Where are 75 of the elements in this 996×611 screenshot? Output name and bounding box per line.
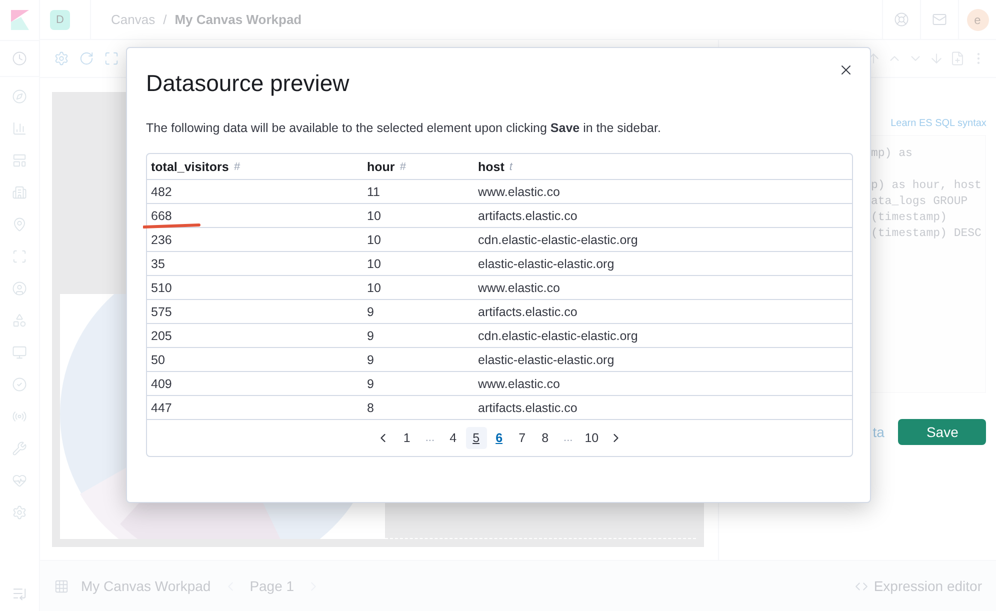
pagination-ellipsis: ... bbox=[562, 432, 574, 444]
wrench-icon[interactable] bbox=[12, 441, 27, 456]
save-button[interactable]: Save bbox=[898, 419, 986, 445]
table-cell: 668 bbox=[147, 208, 363, 222]
breadcrumb-separator: / bbox=[163, 12, 167, 27]
dialog-description: The following data will be available to the selected element upon clicking Save in the sidebar. bbox=[146, 121, 662, 135]
table-cell-text: elastic-elastic-elastic.org bbox=[477, 256, 616, 270]
mail-icon[interactable] bbox=[932, 12, 947, 27]
heart-pulse-icon[interactable] bbox=[12, 473, 27, 488]
breadcrumb: My Canvas Workpad bbox=[174, 12, 302, 27]
page-button[interactable]: 1 bbox=[396, 427, 418, 449]
monitor-icon[interactable] bbox=[12, 345, 27, 360]
table-cell-text: elastic-elastic-elastic.org bbox=[477, 352, 616, 366]
table-cell-text: 35 bbox=[150, 256, 166, 270]
table-cell-text: 9 bbox=[366, 328, 375, 342]
table-cell-text: 9 bbox=[366, 352, 375, 366]
column-header: hour bbox=[367, 160, 395, 174]
grid-icon[interactable] bbox=[54, 578, 69, 594]
table-cell-text: artifacts.elastic.co bbox=[477, 304, 578, 318]
map-pin-icon[interactable] bbox=[12, 217, 27, 232]
table-cell-text: 50 bbox=[150, 352, 166, 366]
table-cell-text: 10 bbox=[366, 280, 382, 294]
user-circle-icon[interactable] bbox=[12, 281, 27, 296]
page-button[interactable]: 10 bbox=[580, 427, 603, 449]
logo-icon[interactable] bbox=[10, 10, 28, 30]
page-button[interactable]: 7 bbox=[512, 427, 533, 449]
table-cell-text: cdn.elastic-elastic-elastic.org bbox=[477, 232, 639, 246]
table-cell-text: 409 bbox=[150, 376, 173, 390]
dialog-title: Datasource preview bbox=[146, 70, 350, 97]
refresh-icon[interactable] bbox=[79, 51, 94, 66]
building-icon[interactable] bbox=[12, 185, 27, 200]
table-cell-text: 575 bbox=[150, 304, 173, 318]
page-button[interactable]: 8 bbox=[534, 427, 556, 449]
file-plus-icon[interactable] bbox=[950, 51, 966, 66]
bar-chart-icon[interactable] bbox=[12, 121, 27, 136]
code-icon bbox=[854, 580, 868, 592]
check-circle-icon[interactable] bbox=[12, 377, 27, 392]
table-cell-text: www.elastic.co bbox=[477, 376, 561, 390]
table-cell-text: 482 bbox=[150, 184, 173, 198]
table-cell-text: artifacts.elastic.co bbox=[477, 400, 578, 414]
table-cell-text: www.elastic.co bbox=[477, 184, 561, 198]
table-cell-text: 10 bbox=[366, 256, 382, 270]
radio-icon[interactable] bbox=[12, 409, 27, 424]
page-button[interactable]: 4 bbox=[442, 427, 464, 449]
table-cell-text: www.elastic.co bbox=[477, 280, 561, 294]
clock-icon[interactable] bbox=[12, 51, 27, 66]
column-header: host bbox=[478, 160, 504, 174]
compass-icon[interactable] bbox=[12, 89, 27, 104]
table-cell-text: 9 bbox=[366, 376, 375, 390]
table-cell-text: artifacts.elastic.co bbox=[477, 208, 578, 222]
layout-icon[interactable] bbox=[12, 153, 27, 168]
page-button[interactable]: 5 bbox=[466, 427, 487, 449]
table-cell-text: cdn.elastic-elastic-elastic.org bbox=[477, 328, 639, 342]
settings-icon[interactable] bbox=[12, 505, 27, 520]
type-glyph: # bbox=[400, 160, 406, 172]
collapse-icon[interactable] bbox=[12, 586, 27, 601]
table-cell-text: 205 bbox=[150, 328, 173, 342]
table-cell-text: 447 bbox=[150, 400, 173, 414]
table-cell-text: 11 bbox=[366, 184, 381, 198]
table-cell-text: 236 bbox=[150, 232, 173, 246]
type-glyph: t bbox=[509, 160, 512, 172]
table-cell-text: 9 bbox=[366, 304, 375, 318]
pagination-ellipsis: ... bbox=[424, 432, 436, 444]
table-cell-text: 10 bbox=[366, 208, 382, 222]
help-icon[interactable] bbox=[894, 12, 909, 27]
column-header: total_visitors bbox=[151, 160, 229, 174]
settings-icon[interactable] bbox=[54, 51, 69, 66]
page-button[interactable]: 6 bbox=[488, 427, 510, 449]
fullscreen-icon[interactable] bbox=[104, 51, 119, 66]
table-cell-text: 8 bbox=[366, 400, 375, 414]
scan-icon[interactable] bbox=[12, 249, 27, 264]
type-glyph: # bbox=[234, 160, 240, 172]
table-cell-text: 10 bbox=[366, 232, 382, 246]
table-cell-text: 510 bbox=[150, 280, 173, 294]
shapes-icon[interactable] bbox=[12, 313, 27, 328]
